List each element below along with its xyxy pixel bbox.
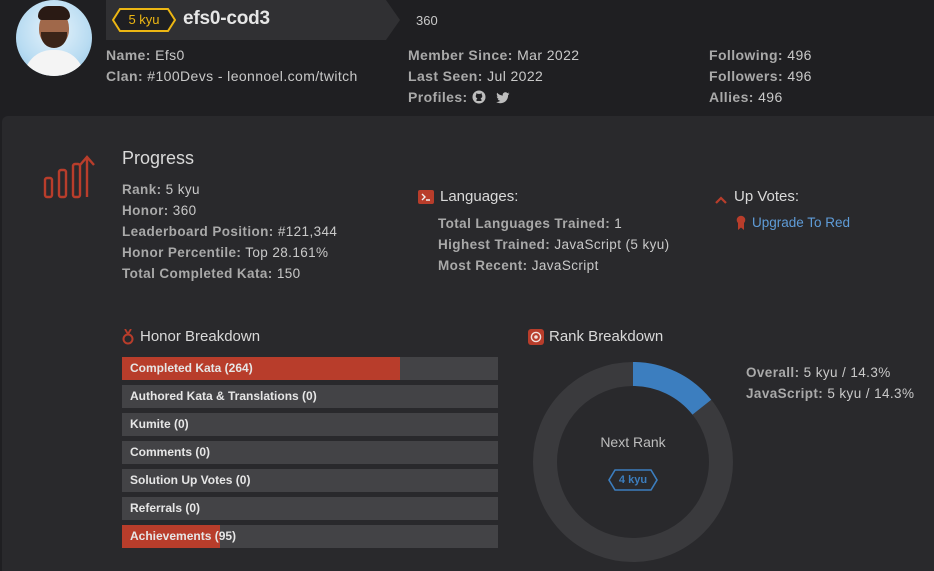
rank-donut-progress: [632, 362, 712, 415]
languages-highest: Highest Trained: JavaScript (5 kyu): [438, 237, 670, 252]
last-seen-line: Last Seen: Jul 2022: [408, 68, 544, 84]
honor-bar: Achievements (95): [122, 525, 498, 548]
chart-icon: [42, 154, 96, 205]
honor-bar-label: Achievements (95): [130, 529, 237, 543]
honor-bar-label: Solution Up Votes (0): [130, 473, 251, 487]
username: efs0-cod3: [183, 8, 270, 29]
honor-bar: Comments (0): [122, 441, 498, 464]
allies-line: Allies: 496: [709, 89, 783, 105]
rank-breakdown-title: Rank Breakdown: [549, 328, 664, 345]
twitter-icon[interactable]: [496, 91, 510, 107]
honor-bar: Kumite (0): [122, 413, 498, 436]
honor-bar: Referrals (0): [122, 497, 498, 520]
target-icon: [528, 329, 544, 350]
rank-overall: Overall: 5 kyu / 14.3%: [746, 365, 891, 380]
progress-leaderboard: Leaderboard Position: #121,344: [122, 224, 338, 239]
github-icon[interactable]: [472, 90, 486, 107]
honor-bar: Completed Kata (264): [122, 357, 498, 380]
following-line: Following: 496: [709, 47, 812, 63]
honor-bar: Authored Kata & Translations (0): [122, 385, 498, 408]
member-since-line: Member Since: Mar 2022: [408, 47, 580, 63]
medal-icon: [122, 328, 134, 350]
rank-badge: 5 kyu: [112, 8, 176, 32]
honor-bar: Solution Up Votes (0): [122, 469, 498, 492]
honor-bar-label: Completed Kata (264): [130, 361, 253, 375]
followers-line: Followers: 496: [709, 68, 812, 84]
honor-score: 360: [416, 13, 438, 28]
languages-trained: Total Languages Trained: 1: [438, 216, 623, 231]
rank-donut: [533, 362, 733, 562]
honor-bar-label: Referrals (0): [130, 501, 201, 515]
progress-total-kata: Total Completed Kata: 150: [122, 266, 301, 281]
languages-title: Languages:: [440, 188, 519, 205]
languages-recent: Most Recent: JavaScript: [438, 258, 599, 273]
progress-percentile: Honor Percentile: Top 28.161%: [122, 245, 329, 260]
upgrade-to-red-link[interactable]: Upgrade To Red: [752, 215, 850, 230]
next-rank-value: 4 kyu: [618, 474, 648, 486]
profiles-line: Profiles:: [408, 89, 516, 107]
clan-line: Clan: #100Devs - leonnoel.com/twitch: [106, 68, 358, 84]
chevron-up-icon: [714, 192, 728, 210]
next-rank-badge: 4 kyu: [608, 469, 658, 491]
honor-breakdown-title: Honor Breakdown: [140, 328, 261, 345]
progress-rank: Rank: 5 kyu: [122, 182, 200, 197]
next-rank-label: Next Rank: [600, 434, 666, 450]
rank-badge-label: 5 kyu: [128, 12, 160, 27]
upvotes-title: Up Votes:: [734, 188, 800, 205]
honor-bar-label: Kumite (0): [130, 417, 189, 431]
progress-honor: Honor: 360: [122, 203, 197, 218]
avatar: [16, 0, 92, 76]
honor-bar-label: Comments (0): [130, 445, 211, 459]
ribbon-icon: [736, 215, 746, 235]
terminal-icon: [418, 190, 434, 209]
honor-bar-label: Authored Kata & Translations (0): [130, 389, 317, 403]
rank-javascript: JavaScript: 5 kyu / 14.3%: [746, 386, 915, 401]
progress-title: Progress: [122, 148, 195, 168]
name-line: Name: Efs0: [106, 47, 185, 63]
